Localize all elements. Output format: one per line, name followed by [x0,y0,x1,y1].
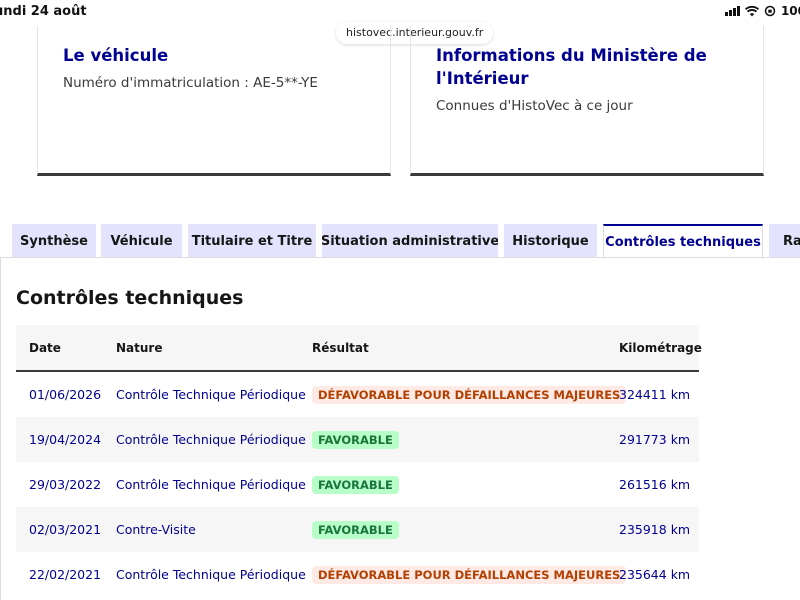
status-icons: 100 [724,4,800,18]
technical-inspections-table: Date Nature Résultat Kilométrage 01/06/2… [16,325,702,597]
row-date: 19/04/2024 [29,432,102,447]
result-badge: FAVORABLE [312,430,399,449]
row-mileage: 291773 km [619,432,691,447]
row-mileage: 261516 km [619,477,691,492]
table-row: 02/03/2021 Contre-Visite FAVORABLE 23591… [16,507,699,552]
tab-situation-administrative[interactable]: Situation administrative [322,224,498,258]
row-date: 29/03/2022 [29,477,102,492]
header-result: Résultat [312,340,369,355]
row-date: 02/03/2021 [29,522,102,537]
table-row: 22/02/2021 Contrôle Technique Périodique… [16,552,699,597]
result-badge: DÉFAVORABLE POUR DÉFAILLANCES MAJEURES [312,385,627,404]
orientation-lock-icon [764,5,776,17]
section-title: Contrôles techniques [16,287,244,309]
table-row: 01/06/2026 Contrôle Technique Périodique… [16,372,699,417]
result-badge: DÉFAVORABLE POUR DÉFAILLANCES MAJEURES [312,565,627,584]
tab-list: Synthèse Véhicule Titulaire et Titre Sit… [0,224,800,259]
status-date: undi 24 août [0,4,87,19]
ministry-info-card: Informations du Ministère de l'Intérieur… [410,26,764,176]
battery-level: 100 [780,4,800,18]
vehicle-card-title: Le véhicule [63,46,169,65]
tab-titulaire-et-titre[interactable]: Titulaire et Titre [188,224,316,258]
row-nature: Contrôle Technique Périodique [116,432,306,447]
tab-vehicule[interactable]: Véhicule [101,224,182,258]
vehicle-card: Le véhicule Numéro d'immatriculation : A… [37,26,391,176]
cellular-signal-icon [724,6,740,16]
tab-controles-techniques[interactable]: Contrôles techniques [603,224,763,259]
wifi-icon [744,5,759,16]
header-date: Date [29,340,61,355]
table-row: 29/03/2022 Contrôle Technique Périodique… [16,462,699,507]
header-nature: Nature [116,340,163,355]
row-nature: Contrôle Technique Périodique [116,477,306,492]
result-badge: FAVORABLE [312,475,399,494]
header-mileage: Kilométrage [619,340,702,355]
row-date: 01/06/2026 [29,387,102,402]
row-mileage: 235644 km [619,567,691,582]
ministry-card-title: Informations du Ministère de l'Intérieur [436,46,707,88]
vehicle-card-description: Numéro d'immatriculation : AE-5**-YE [63,75,318,91]
tab-synthese[interactable]: Synthèse [12,224,96,258]
row-mileage: 324411 km [619,387,691,402]
row-nature: Contre-Visite [116,522,196,537]
row-nature: Contrôle Technique Périodique [116,567,306,582]
table-row: 19/04/2024 Contrôle Technique Périodique… [16,417,699,462]
ministry-card-description: Connues d'HistoVec à ce jour [436,98,633,114]
tab-rapport[interactable]: Rap [769,224,800,258]
result-badge: FAVORABLE [312,520,399,539]
row-mileage: 235918 km [619,522,691,537]
tab-historique[interactable]: Historique [504,224,597,258]
row-nature: Contrôle Technique Périodique [116,387,306,402]
table-header: Date Nature Résultat Kilométrage [16,325,702,372]
row-date: 22/02/2021 [29,567,102,582]
